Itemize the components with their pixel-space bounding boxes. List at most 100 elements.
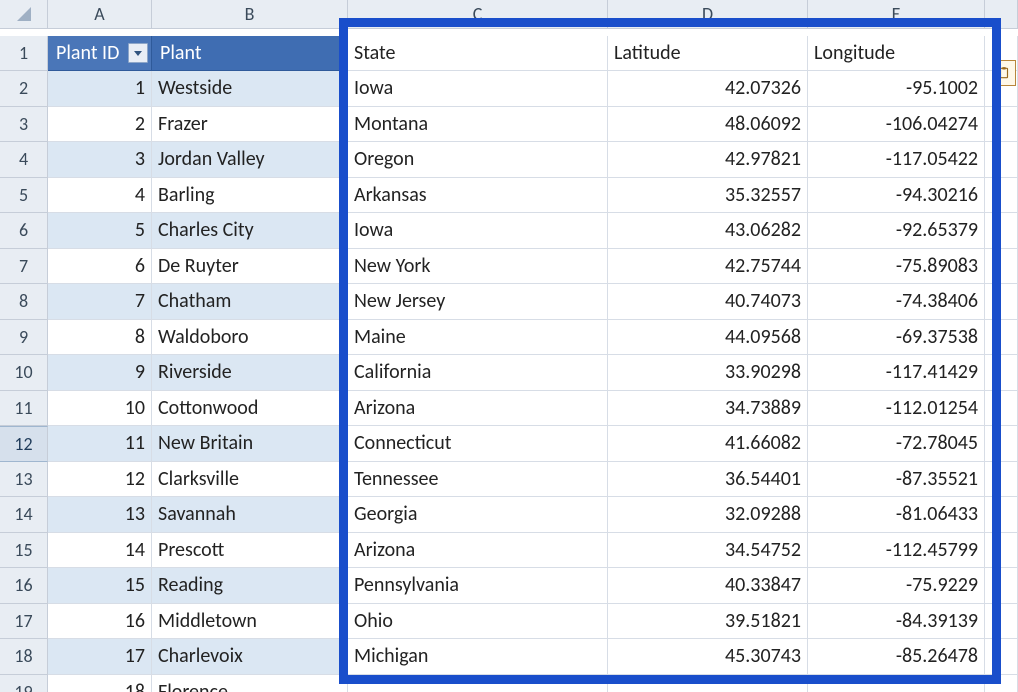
cell-latitude[interactable]: 36.54401 xyxy=(608,462,808,498)
cell-state[interactable]: Maine xyxy=(348,320,608,356)
row-header-14[interactable]: 14 xyxy=(0,497,48,533)
cell-latitude[interactable]: 48.06092 xyxy=(608,107,808,143)
row-header-11[interactable]: 11 xyxy=(0,391,48,427)
cell-latitude[interactable]: 33.90298 xyxy=(608,355,808,391)
cell-plant-name[interactable]: Charles City xyxy=(152,213,348,249)
cell-latitude[interactable] xyxy=(608,675,808,692)
cell-state[interactable]: Arizona xyxy=(348,391,608,427)
cell-gutter[interactable] xyxy=(985,675,1018,692)
row-header-17[interactable]: 17 xyxy=(0,604,48,640)
cell-gutter[interactable] xyxy=(985,355,1018,391)
cell-longitude[interactable]: -92.65379 xyxy=(808,213,985,249)
cell-plant-name[interactable]: Reading xyxy=(152,568,348,604)
cell-gutter[interactable] xyxy=(985,320,1018,356)
column-header-a[interactable]: A xyxy=(48,0,152,29)
cell-plant-id[interactable]: 1 xyxy=(48,71,152,107)
cell-gutter[interactable] xyxy=(985,391,1018,427)
cell-latitude[interactable]: 42.75744 xyxy=(608,249,808,285)
cell-latitude[interactable]: 45.30743 xyxy=(608,639,808,675)
cell-state[interactable]: California xyxy=(348,355,608,391)
cell-plant-id[interactable]: 6 xyxy=(48,249,152,285)
column-header-c[interactable]: C xyxy=(348,0,608,29)
cell-plant-name[interactable]: Frazer xyxy=(152,107,348,143)
cell-longitude[interactable]: -94.30216 xyxy=(808,178,985,214)
table-header-plant-id[interactable]: Plant ID xyxy=(48,36,152,72)
cell-latitude[interactable]: 34.54752 xyxy=(608,533,808,569)
cell-plant-id[interactable]: 16 xyxy=(48,604,152,640)
cell-state[interactable]: Pennsylvania xyxy=(348,568,608,604)
cell-longitude[interactable]: -74.38406 xyxy=(808,284,985,320)
row-header-19[interactable]: 19 xyxy=(0,675,48,692)
cell-latitude[interactable]: 40.74073 xyxy=(608,284,808,320)
cell-longitude[interactable]: -117.05422 xyxy=(808,142,985,178)
cell-plant-name[interactable]: Charlevoix xyxy=(152,639,348,675)
cell-state[interactable]: Iowa xyxy=(348,71,608,107)
cell-longitude[interactable]: -69.37538 xyxy=(808,320,985,356)
cell-latitude[interactable]: 40.33847 xyxy=(608,568,808,604)
cell-longitude[interactable]: -112.45799 xyxy=(808,533,985,569)
row-header-4[interactable]: 4 xyxy=(0,142,48,178)
cell-latitude[interactable]: 42.97821 xyxy=(608,142,808,178)
cell-plant-name[interactable]: Middletown xyxy=(152,604,348,640)
cell-longitude[interactable] xyxy=(808,675,985,692)
column-label-e[interactable]: Longitude xyxy=(808,36,985,72)
cell-longitude[interactable]: -112.01254 xyxy=(808,391,985,427)
cell-plant-id[interactable]: 4 xyxy=(48,178,152,214)
cell-gutter[interactable] xyxy=(985,249,1018,285)
cell-plant-name[interactable]: Riverside xyxy=(152,355,348,391)
cell-state[interactable]: New Jersey xyxy=(348,284,608,320)
cell-plant-name[interactable]: Savannah xyxy=(152,497,348,533)
column-header-b[interactable]: B xyxy=(152,0,348,29)
cell-state[interactable]: Oregon xyxy=(348,142,608,178)
row-header-18[interactable]: 18 xyxy=(0,639,48,675)
cell-gutter[interactable] xyxy=(985,142,1018,178)
column-label-c[interactable]: State xyxy=(348,36,608,72)
cell-plant-id[interactable]: 2 xyxy=(48,107,152,143)
cell-gutter[interactable] xyxy=(985,568,1018,604)
cell-gutter[interactable] xyxy=(985,107,1018,143)
cell-latitude[interactable]: 44.09568 xyxy=(608,320,808,356)
spreadsheet-grid[interactable]: ABCDE1Plant IDPlantStateLatitudeLongitud… xyxy=(0,0,1018,692)
cell-latitude[interactable]: 42.07326 xyxy=(608,71,808,107)
cell-plant-id[interactable]: 8 xyxy=(48,320,152,356)
cell-longitude[interactable]: -84.39139 xyxy=(808,604,985,640)
cell-latitude[interactable]: 41.66082 xyxy=(608,426,808,462)
row-header-12[interactable]: 12 xyxy=(0,426,48,462)
cell-latitude[interactable]: 43.06282 xyxy=(608,213,808,249)
cell-plant-id[interactable]: 5 xyxy=(48,213,152,249)
row-header-2[interactable]: 2 xyxy=(0,71,48,107)
cell-plant-id[interactable]: 18 xyxy=(48,675,152,692)
cell-longitude[interactable]: -85.26478 xyxy=(808,639,985,675)
cell-plant-name[interactable]: Prescott xyxy=(152,533,348,569)
cell-longitude[interactable]: -87.35521 xyxy=(808,462,985,498)
cell-plant-id[interactable]: 10 xyxy=(48,391,152,427)
cell-latitude[interactable]: 39.51821 xyxy=(608,604,808,640)
cell-state[interactable]: Michigan xyxy=(348,639,608,675)
cell-longitude[interactable]: -117.41429 xyxy=(808,355,985,391)
cell-longitude[interactable]: -75.89083 xyxy=(808,249,985,285)
cell-gutter[interactable] xyxy=(985,426,1018,462)
cell-plant-id[interactable]: 3 xyxy=(48,142,152,178)
cell-plant-name[interactable]: Westside xyxy=(152,71,348,107)
cell-latitude[interactable]: 32.09288 xyxy=(608,497,808,533)
cell-longitude[interactable]: -95.1002 xyxy=(808,71,985,107)
row-header-15[interactable]: 15 xyxy=(0,533,48,569)
cell-plant-name[interactable]: Clarksville xyxy=(152,462,348,498)
cell-plant-name[interactable]: Florence xyxy=(152,675,348,692)
cell-gutter[interactable] xyxy=(985,213,1018,249)
cell-plant-id[interactable]: 14 xyxy=(48,533,152,569)
row-header-7[interactable]: 7 xyxy=(0,249,48,285)
select-all-corner[interactable] xyxy=(0,0,48,29)
cell-plant-name[interactable]: New Britain xyxy=(152,426,348,462)
cell-plant-name[interactable]: Chatham xyxy=(152,284,348,320)
spreadsheet-viewport[interactable]: ABCDE1Plant IDPlantStateLatitudeLongitud… xyxy=(0,0,1018,692)
cell-plant-name[interactable]: Jordan Valley xyxy=(152,142,348,178)
cell-state[interactable]: Arizona xyxy=(348,533,608,569)
cell-plant-id[interactable]: 7 xyxy=(48,284,152,320)
cell-gutter[interactable] xyxy=(985,639,1018,675)
cell-plant-id[interactable]: 17 xyxy=(48,639,152,675)
cell-state[interactable]: Montana xyxy=(348,107,608,143)
cell-latitude[interactable]: 35.32557 xyxy=(608,178,808,214)
cell-state[interactable]: Ohio xyxy=(348,604,608,640)
cell-plant-name[interactable]: Waldoboro xyxy=(152,320,348,356)
